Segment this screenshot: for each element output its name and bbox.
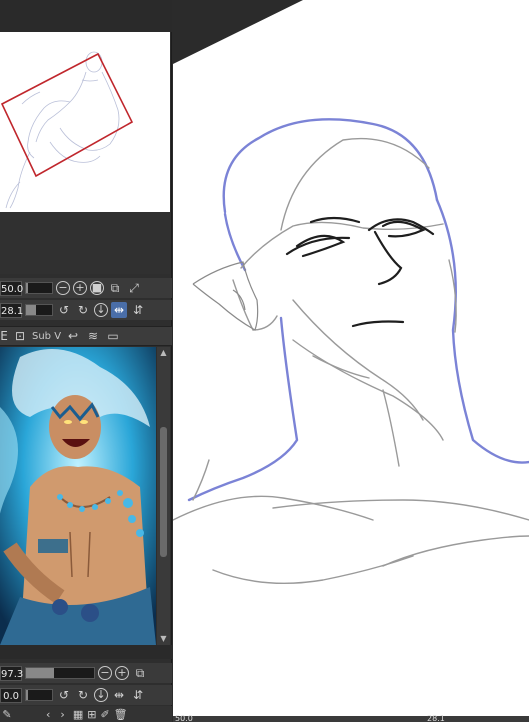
zoom-in-icon[interactable]: + bbox=[73, 281, 87, 295]
layer-property-tab-icon[interactable]: ≋ bbox=[85, 328, 101, 344]
navigator-rotate-slider[interactable] bbox=[25, 304, 53, 316]
flip-horizontal-icon[interactable]: ⇹ bbox=[111, 302, 127, 318]
navigator-zoom-slider[interactable] bbox=[25, 282, 53, 294]
tab-sub-view[interactable]: Sub V bbox=[32, 331, 61, 342]
sub-rotate-right-icon[interactable]: ↻ bbox=[75, 687, 91, 703]
sub-rotate-left-icon[interactable]: ↺ bbox=[56, 687, 72, 703]
navigator-thumbnail bbox=[0, 32, 170, 212]
zoom-out-icon[interactable]: − bbox=[56, 281, 70, 295]
import-image-icon[interactable]: ⊞ bbox=[87, 708, 96, 721]
sub-view-zoom-row: 97.3 − + ⧉ bbox=[0, 663, 172, 683]
sub-zoom-out-icon[interactable]: − bbox=[98, 666, 112, 680]
sub-view-rotate-row: 0.0 ↺ ↻ ↓ ⇹ ⇵ bbox=[0, 685, 172, 705]
eyedropper-icon[interactable]: ✎ bbox=[0, 708, 14, 721]
scroll-thumb[interactable] bbox=[160, 427, 167, 557]
navigator-zoom-field[interactable]: 50.0 bbox=[0, 280, 23, 296]
scroll-down-icon[interactable]: ▼ bbox=[157, 633, 170, 645]
sub-view-tab-icon[interactable]: ⊡ bbox=[12, 328, 28, 344]
prev-image-icon[interactable]: ‹ bbox=[46, 708, 50, 721]
undo-tab-icon[interactable]: ↩ bbox=[65, 328, 81, 344]
material-tab-icon[interactable]: ▭ bbox=[105, 328, 121, 344]
left-panel: 50.0 − + ■ ⧉ ⤢ 28.1 ↺ ↻ ↓ ⇹ ⇵ E ⊡ Sub V … bbox=[0, 0, 172, 722]
sub-view-zoom-field[interactable]: 97.3 bbox=[0, 665, 23, 681]
fit-icon[interactable]: ■ bbox=[90, 281, 104, 295]
sub-zoom-in-icon[interactable]: + bbox=[115, 666, 129, 680]
navigator-zoom-row: 50.0 − + ■ ⧉ ⤢ bbox=[0, 278, 172, 298]
sub-fit-icon[interactable]: ⧉ bbox=[132, 665, 148, 681]
sub-view-footer bbox=[0, 645, 172, 659]
canvas-rotate-value[interactable]: 28.1 bbox=[427, 714, 445, 722]
sub-view-scrollbar[interactable]: ▲ ▼ bbox=[157, 347, 170, 645]
sub-flip-horizontal-icon[interactable]: ⇹ bbox=[111, 687, 127, 703]
navigator-rotate-row: 28.1 ↺ ↻ ↓ ⇹ ⇵ bbox=[0, 300, 172, 320]
sub-view-zoom-slider[interactable] bbox=[25, 667, 95, 679]
rotate-left-icon[interactable]: ↺ bbox=[56, 302, 72, 318]
panel-tabs: E ⊡ Sub V ↩ ≋ ▭ bbox=[0, 326, 172, 346]
sub-view-image[interactable] bbox=[0, 347, 156, 645]
scroll-up-icon[interactable]: ▲ bbox=[157, 347, 170, 359]
expand-icon[interactable]: ⤢ bbox=[126, 280, 142, 296]
sub-flip-vertical-icon[interactable]: ⇵ bbox=[130, 687, 146, 703]
fit-to-window-icon[interactable]: ⧉ bbox=[107, 280, 123, 296]
delete-icon[interactable]: 🗑 bbox=[114, 708, 128, 721]
canvas-zoom-value[interactable]: 50.0 bbox=[175, 714, 193, 722]
sub-view-bottom-toolbar: ✎ ‹ › ▦ ⊞ ✐ 🗑 bbox=[0, 706, 172, 722]
sub-reset-rotation-icon[interactable]: ↓ bbox=[94, 688, 108, 702]
sub-view-rotate-slider[interactable] bbox=[25, 689, 53, 701]
navigator-rotate-field[interactable]: 28.1 bbox=[0, 302, 23, 318]
reset-rotation-icon[interactable]: ↓ bbox=[94, 303, 108, 317]
canvas-status-bar: 50.0 28.1 bbox=[173, 714, 529, 722]
panel-header bbox=[0, 0, 172, 32]
navigator-empty-area bbox=[0, 212, 170, 274]
navigator-preview[interactable] bbox=[0, 32, 170, 212]
app-window: 50.0 − + ■ ⧉ ⤢ 28.1 ↺ ↻ ↓ ⇹ ⇵ E ⊡ Sub V … bbox=[0, 0, 529, 722]
sub-view-rotate-field[interactable]: 0.0 bbox=[0, 687, 22, 703]
canvas-area[interactable] bbox=[173, 0, 529, 716]
tab-close-icon[interactable]: E bbox=[0, 328, 8, 344]
flip-vertical-icon[interactable]: ⇵ bbox=[130, 302, 146, 318]
grid-view-icon[interactable]: ▦ bbox=[73, 708, 83, 721]
reference-illustration bbox=[0, 347, 156, 645]
next-image-icon[interactable]: › bbox=[60, 708, 64, 721]
rotate-right-icon[interactable]: ↻ bbox=[75, 302, 91, 318]
drawing-canvas[interactable] bbox=[173, 0, 529, 716]
edit-icon[interactable]: ✐ bbox=[100, 708, 109, 721]
